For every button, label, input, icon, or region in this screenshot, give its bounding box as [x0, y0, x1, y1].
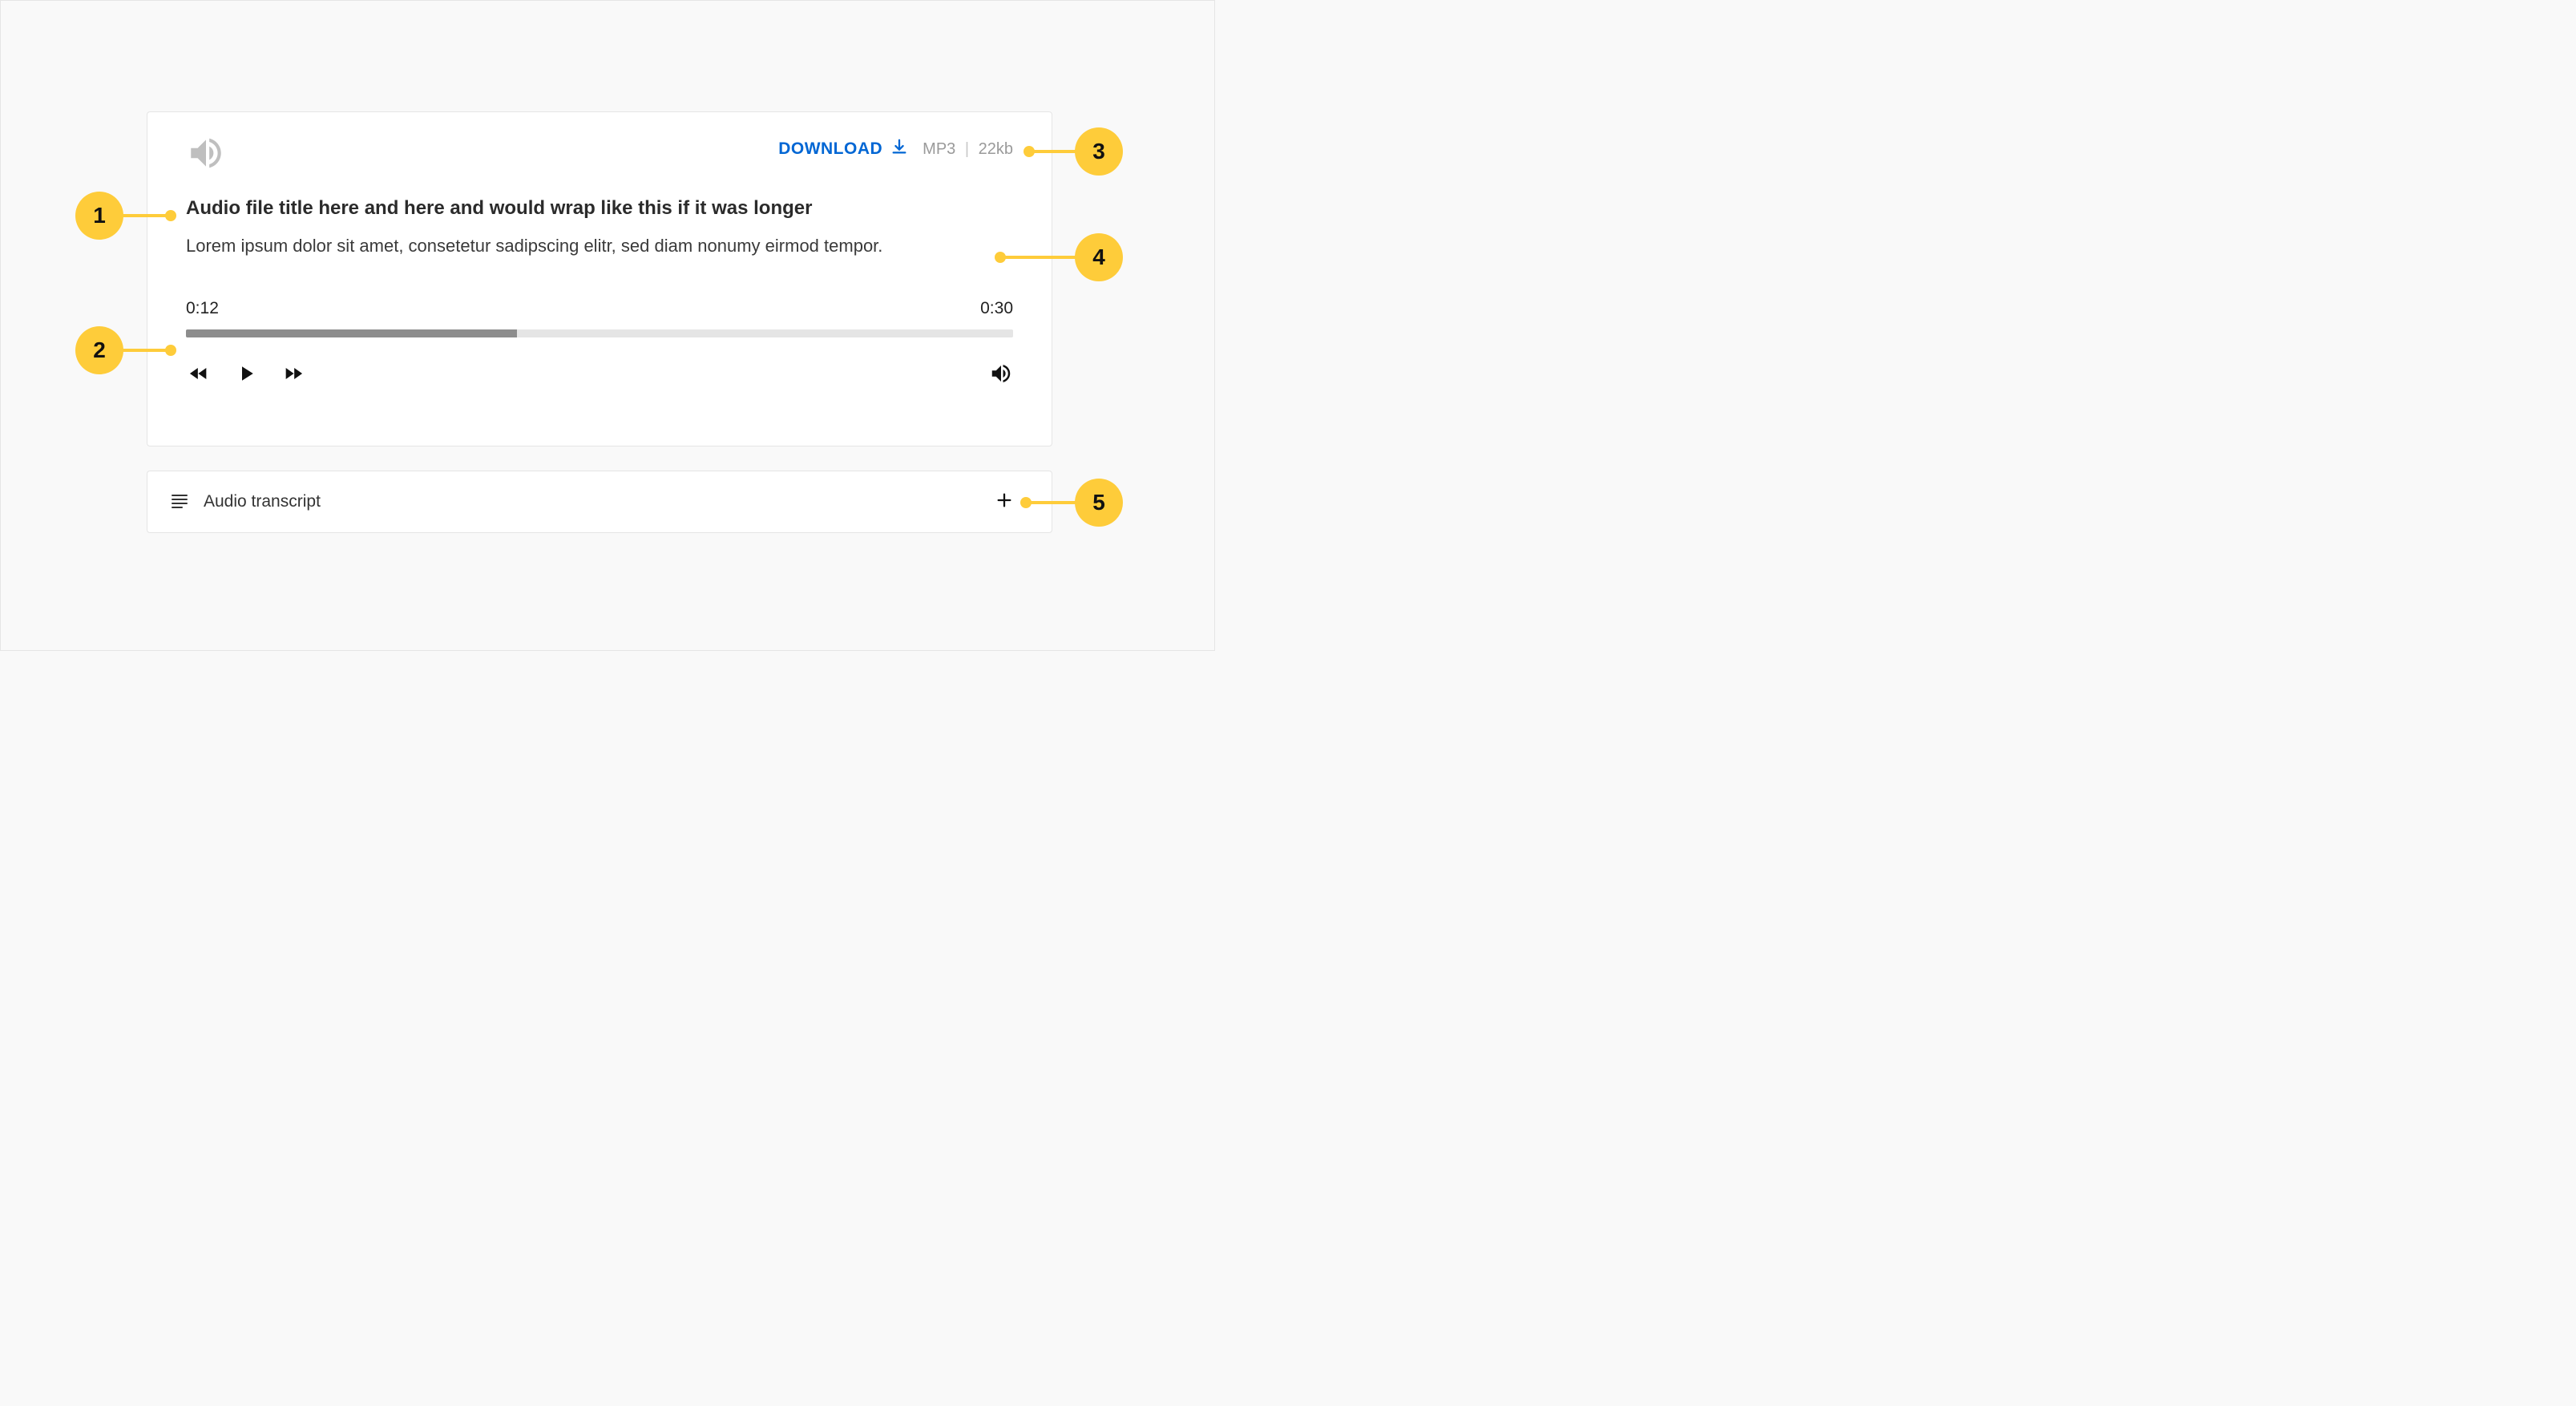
player-header: DOWNLOAD MP3 | 22kb: [186, 133, 1013, 176]
file-format: MP3: [923, 140, 955, 158]
elapsed-time: 0:12: [186, 299, 219, 318]
progress-track[interactable]: [186, 329, 1013, 337]
audio-description: Lorem ipsum dolor sit amet, consetetur s…: [186, 234, 1013, 259]
callout-4-line: [1003, 256, 1078, 259]
playback-controls: [186, 360, 306, 387]
controls-row: [186, 360, 1013, 387]
play-button[interactable]: [234, 360, 258, 387]
audio-player-card: DOWNLOAD MP3 | 22kb Audio file title her…: [147, 111, 1052, 446]
callout-5: 5: [1075, 479, 1123, 527]
rewind-button[interactable]: [186, 362, 212, 385]
callout-5-line: [1028, 501, 1078, 504]
download-label: DOWNLOAD: [778, 139, 882, 159]
callout-3: 3: [1075, 127, 1123, 176]
file-meta: MP3 | 22kb: [923, 140, 1013, 159]
transcript-label: Audio transcript: [204, 492, 321, 511]
progress-fill: [186, 329, 517, 337]
audio-title: Audio file title here and here and would…: [186, 197, 1013, 220]
callout-2: 2: [75, 326, 123, 374]
callout-2-dot: [165, 345, 176, 356]
transcript-left: Audio transcript: [170, 491, 321, 514]
file-separator: |: [965, 140, 969, 158]
download-link[interactable]: DOWNLOAD: [778, 138, 908, 160]
time-row: 0:12 0:30: [186, 299, 1013, 318]
download-icon: [890, 138, 908, 160]
callout-3-line: [1031, 150, 1077, 153]
audio-icon: [186, 133, 226, 177]
file-size: 22kb: [979, 140, 1013, 158]
transcript-panel[interactable]: Audio transcript: [147, 471, 1052, 533]
callout-2-line: [121, 349, 169, 352]
callout-1: 1: [75, 192, 123, 240]
download-group: DOWNLOAD MP3 | 22kb: [778, 138, 1013, 160]
callout-4-dot: [995, 252, 1006, 263]
expand-icon[interactable]: [995, 491, 1013, 513]
transcript-icon: [170, 491, 189, 514]
total-time: 0:30: [980, 299, 1013, 318]
callout-1-dot: [165, 210, 176, 221]
forward-button[interactable]: [281, 362, 306, 385]
callout-1-line: [121, 214, 169, 217]
callout-4: 4: [1075, 233, 1123, 281]
callout-5-dot: [1020, 497, 1032, 508]
callout-3-dot: [1024, 146, 1035, 157]
volume-button[interactable]: [989, 362, 1013, 386]
